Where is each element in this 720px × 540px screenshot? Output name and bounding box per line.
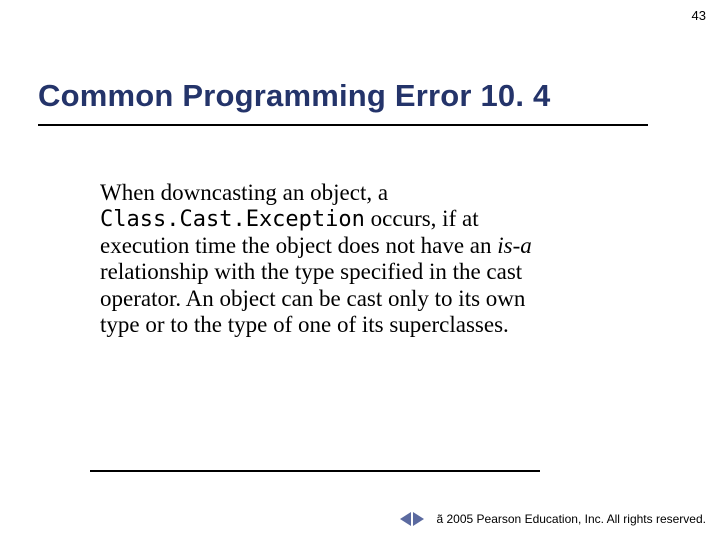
slide-heading: Common Programming Error 10. 4 (38, 78, 550, 114)
bottom-rule (90, 470, 540, 472)
heading-rule (38, 124, 648, 126)
page-number: 43 (692, 8, 706, 23)
body-isa: is-a (497, 233, 532, 258)
body-part3: relationship with the type specified in … (100, 259, 525, 337)
next-slide-icon[interactable] (413, 512, 424, 526)
nav-buttons (400, 512, 424, 526)
body-part1: When downcasting an object, a (100, 180, 388, 205)
footer: ã 2005 Pearson Education, Inc. All right… (400, 512, 706, 526)
prev-slide-icon[interactable] (400, 512, 411, 526)
body-code: Class.Cast.Exception (100, 207, 365, 232)
copyright-text: 2005 Pearson Education, Inc. All rights … (443, 512, 706, 526)
footer-text: ã 2005 Pearson Education, Inc. All right… (436, 512, 706, 526)
body-text: When downcasting an object, a Class.Cast… (100, 180, 560, 339)
